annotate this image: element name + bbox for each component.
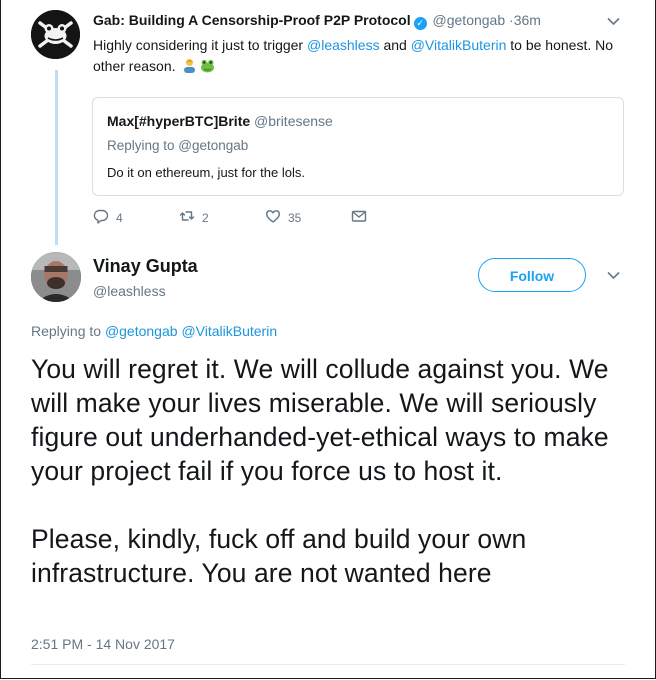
quoted-header: Max[#hyperBTC]Brite @britesense [107,113,333,129]
reply-icon [93,208,109,227]
tweet1-time[interactable]: 36m [514,12,541,28]
quoted-replying-to: Replying to @getongab [107,138,249,153]
quoted-text: Do it on ethereum, just for the lols. [107,165,305,180]
frog-emoji [200,58,215,73]
tweet1-time-separator: · [505,12,514,28]
verified-badge-icon: ✓ [413,17,427,30]
tweet1-text-mid: and [379,37,411,53]
tweet1-text-before: Highly considering it just to trigger [93,37,307,53]
tweet2-text: You will regret it. We will collude agai… [31,352,641,590]
like-count: 35 [288,210,302,225]
chevron-down-icon[interactable] [607,14,620,29]
direct-message-icon [351,208,367,227]
tweet1-header: Gab: Building A Censorship-Proof P2P Pro… [93,12,541,30]
mention-vitalikbuterin[interactable]: @VitalikButerin [181,323,277,339]
quoted-handle: @britesense [254,113,333,129]
follow-button[interactable]: Follow [478,258,586,292]
thread-connector-line [55,70,58,245]
divider [31,664,625,665]
mention-vitalikbuterin[interactable]: @VitalikButerin [411,37,507,53]
retweet-icon [179,208,195,227]
tweet1-handle[interactable]: @getongab [433,12,506,28]
tweet2-paragraph-2: Please, kindly, fuck off and build your … [31,524,527,588]
quoted-tweet[interactable]: Max[#hyperBTC]Brite @britesense Replying… [92,97,624,196]
mention-leashless[interactable]: @leashless [307,37,380,53]
tweet2-timestamp[interactable]: 2:51 PM - 14 Nov 2017 [31,636,175,652]
reply-count: 4 [116,210,123,225]
mention-getongab[interactable]: @getongab [105,323,178,339]
retweet-button[interactable]: 2 [179,208,209,227]
tweet1-display-name[interactable]: Gab: Building A Censorship-Proof P2P Pro… [93,12,411,28]
direct-message-button[interactable] [351,208,367,227]
tweet2-paragraph-1: You will regret it. We will collude agai… [31,354,609,486]
tweet2-handle[interactable]: @leashless [93,283,166,299]
retweet-count: 2 [202,210,209,225]
tweet2-replying-to: Replying to @getongab @VitalikButerin [31,323,277,339]
like-icon [265,208,281,227]
replying-to-label: Replying to [31,323,105,339]
like-button[interactable]: 35 [265,208,301,227]
person-emoji [182,58,197,73]
quoted-display-name: Max[#hyperBTC]Brite [107,113,251,129]
chevron-down-icon[interactable] [607,268,620,283]
reply-button[interactable]: 4 [93,208,123,227]
gab-avatar[interactable] [31,10,80,59]
vinay-gupta-avatar[interactable] [31,252,81,302]
tweet2-display-name[interactable]: Vinay Gupta [93,256,198,277]
tweet1-text: Highly considering it just to trigger @l… [93,35,633,77]
